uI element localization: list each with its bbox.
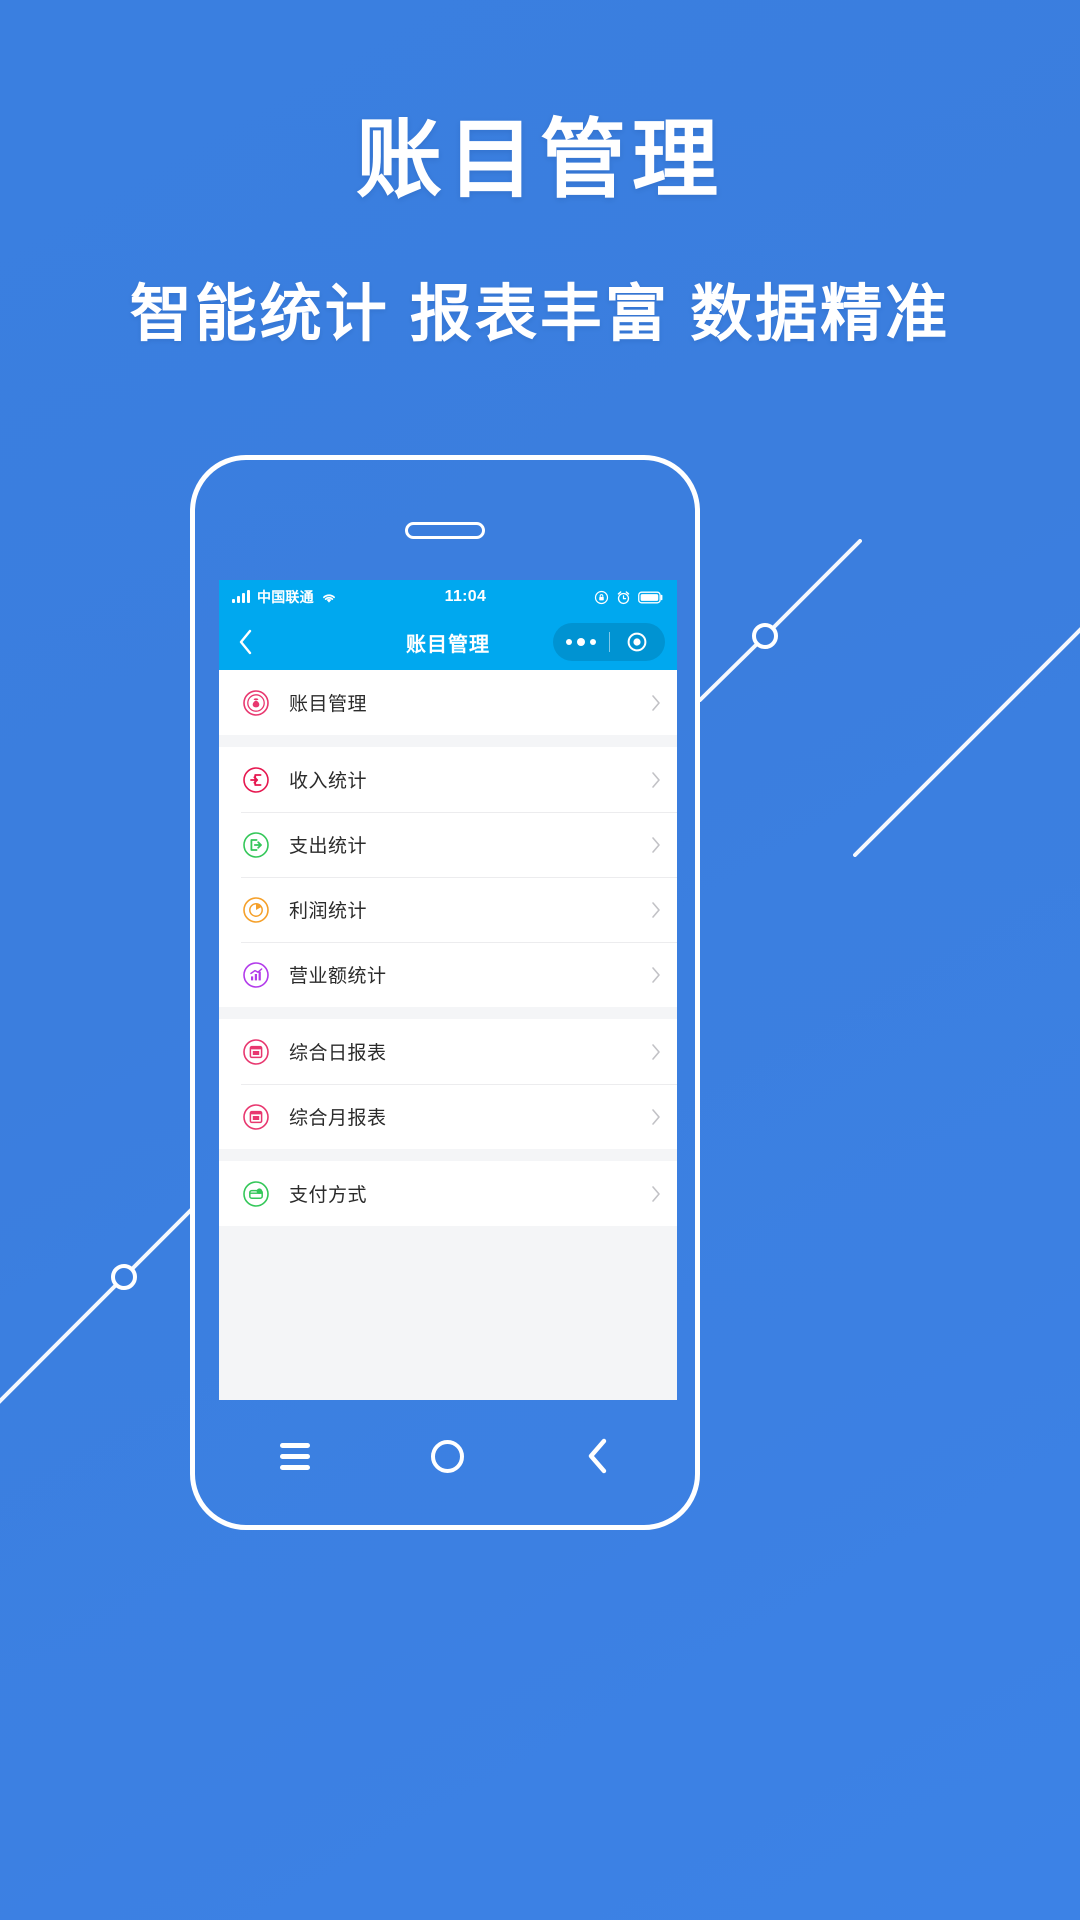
chevron-left-icon (239, 629, 252, 655)
rotation-lock-icon (594, 590, 609, 604)
list-item-label: 支付方式 (289, 1185, 368, 1206)
list-item-turnover-stats[interactable]: 营业额统计 (219, 942, 677, 1007)
status-bar-right (594, 590, 664, 605)
list-item-label: 账目管理 (289, 694, 368, 715)
list-item-label: 利润统计 (289, 901, 368, 922)
chevron-right-icon (651, 771, 661, 789)
page-title: 账目管理 (356, 112, 724, 208)
menu-hamburger-icon[interactable] (279, 1442, 310, 1470)
chevron-right-icon (651, 1108, 661, 1126)
wifi-icon (322, 593, 335, 603)
list-item-label: 营业额统计 (289, 966, 387, 987)
list-item-label: 综合月报表 (289, 1108, 387, 1129)
list-item-label: 收入统计 (289, 771, 368, 792)
list-item-profit-stats[interactable]: 利润统计 (219, 877, 677, 942)
alarm-clock-icon (617, 590, 630, 604)
app-nav-bar: 账目管理 (219, 614, 677, 670)
phone-screen: 中国联通 11:04 账目管理 账目管理 收入统计 支出统计 利润统计 营业额统… (219, 580, 677, 1400)
android-nav-bar (219, 1421, 671, 1491)
carrier-label: 中国联通 (257, 589, 314, 605)
chevron-right-icon (651, 901, 661, 919)
promo-poster: 账目管理 智能统计 报表丰富 数据精准 中国联通 11:04 账目管理 账目管理… (0, 0, 1080, 1920)
money-bag-icon (241, 688, 271, 718)
list-item-label: 综合日报表 (289, 1043, 387, 1064)
home-circle-icon[interactable] (430, 1439, 464, 1473)
list-group-divider (219, 735, 677, 747)
list-group-1: 账目管理 (219, 670, 677, 735)
miniprogram-capsule (553, 623, 665, 661)
hero-title-wrap: 账目管理 (0, 112, 1080, 208)
chevron-right-icon (651, 694, 661, 712)
daily-report-icon (241, 1037, 271, 1067)
phone-frame: 中国联通 11:04 账目管理 账目管理 收入统计 支出统计 利润统计 营业额统… (190, 455, 700, 1530)
status-bar: 中国联通 11:04 (219, 580, 677, 614)
nav-back-button[interactable] (219, 629, 273, 655)
income-arrow-in-icon (241, 765, 271, 795)
status-bar-left: 中国联通 (232, 587, 337, 607)
nav-back-chevron-icon[interactable] (585, 1437, 611, 1475)
target-circle-icon[interactable] (610, 631, 666, 653)
bar-chart-trend-icon (241, 960, 271, 990)
list-group-2: 收入统计 支出统计 利润统计 营业额统计 (219, 747, 677, 1007)
list-group-4: 支付方式 (219, 1161, 677, 1226)
page-subtitle: 智能统计 报表丰富 数据精准 (129, 280, 951, 349)
list-item-payment-method[interactable]: 支付方式 (219, 1161, 677, 1226)
chevron-right-icon (651, 966, 661, 984)
list-group-divider (219, 1007, 677, 1019)
expense-arrow-out-icon (241, 830, 271, 860)
settings-list: 账目管理 收入统计 支出统计 利润统计 营业额统计 综合日报表 综合月报表 支付… (219, 670, 677, 1400)
list-item-monthly-report[interactable]: 综合月报表 (219, 1084, 677, 1149)
more-dots-icon[interactable] (553, 638, 609, 646)
list-item-income-stats[interactable]: 收入统计 (219, 747, 677, 812)
payment-method-icon (241, 1179, 271, 1209)
list-group-3: 综合日报表 综合月报表 (219, 1019, 677, 1149)
signal-bars-icon (232, 590, 250, 603)
pie-chart-icon (241, 895, 271, 925)
list-item-expense-stats[interactable]: 支出统计 (219, 812, 677, 877)
list-group-divider (219, 1149, 677, 1161)
chevron-right-icon (651, 1185, 661, 1203)
status-bar-time: 11:04 (444, 588, 487, 605)
hero-subtitle-wrap: 智能统计 报表丰富 数据精准 (0, 278, 1080, 352)
battery-icon (638, 591, 663, 603)
monthly-report-icon (241, 1102, 271, 1132)
chevron-right-icon (651, 836, 661, 854)
list-item-account-management[interactable]: 账目管理 (219, 670, 677, 735)
list-item-label: 支出统计 (289, 836, 368, 857)
phone-speaker (405, 522, 485, 539)
list-item-daily-report[interactable]: 综合日报表 (219, 1019, 677, 1084)
chevron-right-icon (651, 1043, 661, 1061)
